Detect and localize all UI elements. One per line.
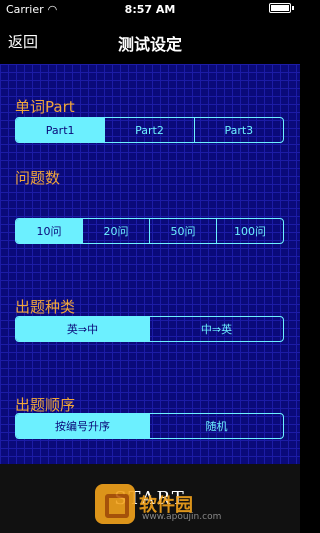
navigation-bar: 返回 测试设定 xyxy=(0,20,300,64)
bottom-bar: START 软件园 www.apoujin.com xyxy=(0,464,300,533)
watermark-logo-icon xyxy=(95,484,135,524)
watermark-url: www.apoujin.com xyxy=(142,512,222,522)
segment-10[interactable]: 10问 xyxy=(16,219,83,243)
segmented-control-question-count: 10问 20问 50问 100问 xyxy=(15,218,284,244)
segmented-control-question-order: 按编号升序 随机 xyxy=(15,413,284,439)
segment-50[interactable]: 50问 xyxy=(150,219,217,243)
segment-zh-to-en[interactable]: 中⇒英 xyxy=(150,317,283,341)
status-bar: Carrier ◠ 8:57 AM xyxy=(0,0,300,20)
battery-indicator xyxy=(269,3,294,13)
status-time: 8:57 AM xyxy=(124,3,176,16)
segment-20[interactable]: 20问 xyxy=(83,219,150,243)
section-label-question-count: 问题数 xyxy=(15,169,61,187)
section-label-question-order: 出题顺序 xyxy=(15,396,76,414)
page-title: 测试设定 xyxy=(117,35,182,54)
segmented-control-question-type: 英⇒中 中⇒英 xyxy=(15,316,284,342)
battery-icon xyxy=(269,3,291,13)
section-label-part: 单词Part xyxy=(15,98,75,116)
segment-part3[interactable]: Part3 xyxy=(195,118,283,142)
segment-100[interactable]: 100问 xyxy=(217,219,283,243)
segment-ascending[interactable]: 按编号升序 xyxy=(16,414,150,438)
segment-part2[interactable]: Part2 xyxy=(105,118,195,142)
segment-random[interactable]: 随机 xyxy=(150,414,283,438)
settings-panel: 单词Part Part1 Part2 Part3 问题数 10问 20问 50问… xyxy=(0,64,300,464)
section-label-question-type: 出题种类 xyxy=(15,298,76,316)
segmented-control-part: Part1 Part2 Part3 xyxy=(15,117,284,143)
segment-en-to-zh[interactable]: 英⇒中 xyxy=(16,317,150,341)
segment-part1[interactable]: Part1 xyxy=(16,118,106,142)
